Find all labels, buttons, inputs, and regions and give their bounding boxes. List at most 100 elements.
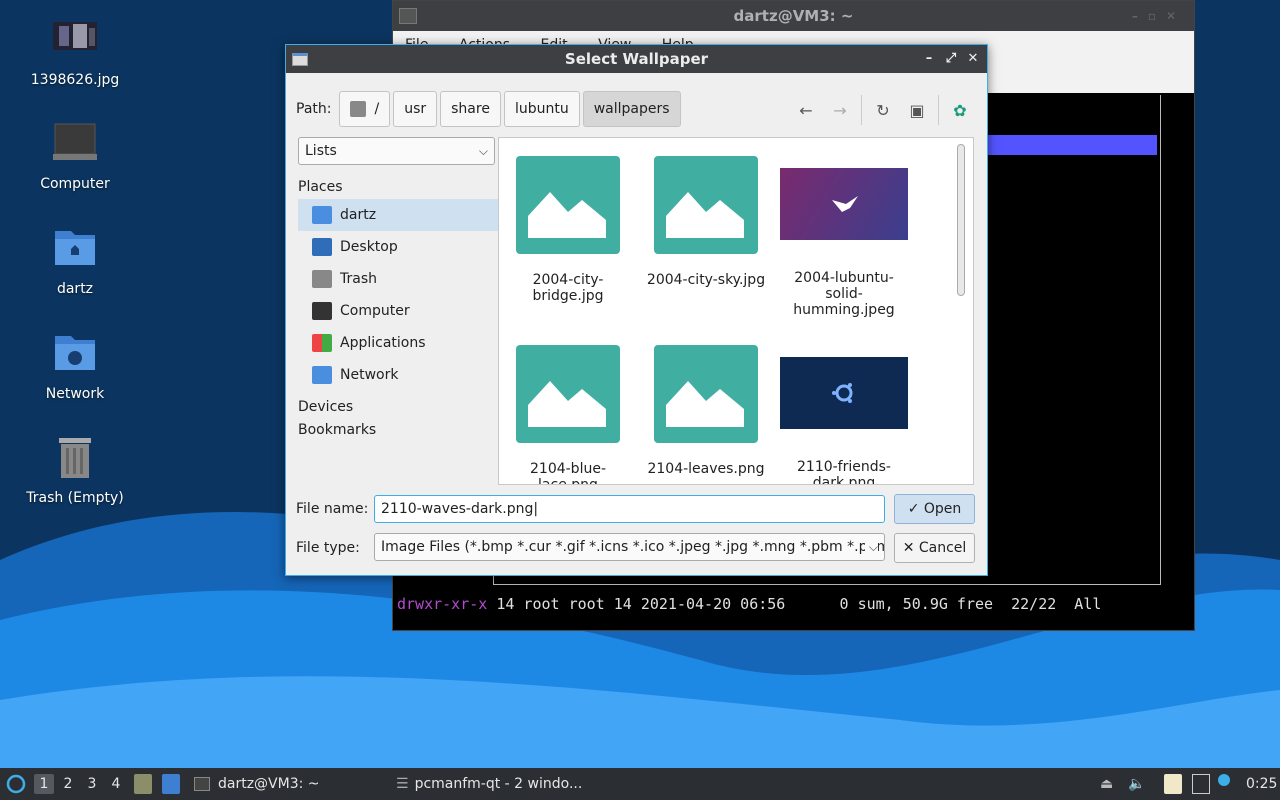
network-icon — [312, 366, 332, 384]
place-desktop[interactable]: Desktop — [298, 231, 498, 263]
filetype-label: File type: — [296, 540, 360, 556]
terminal-status-line: drwxr-xr-x 14 root root 14 2021-04-20 06… — [397, 595, 1101, 613]
path-label: Path: — [296, 101, 332, 117]
new-folder-icon[interactable]: ▣ — [904, 101, 930, 120]
desktop-icon-label: dartz — [56, 281, 94, 297]
file-name: 2110-friends-dark.png — [797, 459, 891, 485]
view-options-icon[interactable]: ✿ — [947, 101, 973, 120]
crumb-root[interactable]: / — [339, 91, 391, 127]
chevron-down-icon: ⌵ — [864, 534, 878, 560]
taskbar: 1 2 3 4 dartz@VM3: ~ ☰ pcmanfm-qt - 2 win… — [0, 768, 1280, 800]
file-name: 2104-leaves.png — [647, 461, 765, 477]
lubuntu-logo-icon — [6, 774, 26, 794]
image-placeholder-icon — [516, 345, 620, 443]
check-icon: ✓ — [907, 501, 920, 517]
crumb-label: wallpapers — [593, 101, 670, 117]
permissions-text: drwxr-xr-x — [397, 595, 488, 613]
places-panel: Places dartz Desktop Trash Computer Appl… — [298, 175, 498, 442]
back-arrow-icon[interactable]: ← — [793, 101, 819, 120]
crumb-share[interactable]: share — [440, 91, 501, 127]
view-mode-select[interactable]: Lists ⌵ — [298, 137, 495, 165]
place-trash[interactable]: Trash — [298, 263, 498, 295]
volume-icon[interactable]: 🔈 — [1128, 774, 1146, 794]
desktop-icon-trash[interactable]: Trash (Empty) — [10, 436, 140, 506]
start-menu-button[interactable] — [6, 768, 26, 800]
devices-header[interactable]: Devices — [298, 395, 498, 419]
trash-icon — [51, 436, 99, 484]
file-item[interactable]: 2004-lubuntu-solid-humming.jpeg — [779, 156, 909, 318]
home-folder-icon — [51, 227, 99, 275]
chevron-down-icon: ⌵ — [478, 144, 488, 158]
workspace-2[interactable]: 2 — [58, 774, 78, 794]
crumb-usr[interactable]: usr — [393, 91, 438, 127]
terminal-titlebar[interactable]: dartz@VM3: ~ –▫✕ — [393, 1, 1194, 31]
workspace-1[interactable]: 1 — [34, 774, 54, 794]
place-network[interactable]: Network — [298, 359, 498, 391]
dialog-titlebar[interactable]: Select Wallpaper – ⤢ ✕ — [286, 45, 987, 73]
file-item[interactable]: 2104-blue-lace.png — [503, 345, 633, 485]
maximize-button[interactable]: ⤢ — [945, 45, 957, 73]
clipboard-icon[interactable] — [1164, 774, 1182, 794]
close-button[interactable]: ✕ — [967, 45, 979, 73]
workspace-4[interactable]: 4 — [106, 774, 126, 794]
crumb-wallpapers[interactable]: wallpapers — [582, 91, 681, 127]
window-icon — [292, 53, 308, 66]
minimize-button[interactable]: – — [923, 45, 935, 73]
file-item[interactable]: 2110-friends-dark.png — [779, 345, 909, 485]
desktop-icon-image[interactable]: 1398626.jpg — [10, 18, 140, 88]
crumb-label: / — [374, 101, 380, 117]
bookmarks-header[interactable]: Bookmarks — [298, 418, 498, 442]
reload-icon[interactable]: ↻ — [870, 101, 896, 120]
select-wallpaper-dialog[interactable]: Select Wallpaper – ⤢ ✕ Path: / usr share… — [285, 44, 988, 576]
file-grid[interactable]: 2004-city-bridge.jpg 2004-city-sky.jpg 2… — [498, 137, 974, 485]
trash-icon — [312, 270, 332, 288]
image-file-icon — [51, 18, 99, 66]
desktop-icon-network[interactable]: Network — [10, 332, 140, 402]
place-applications[interactable]: Applications — [298, 327, 498, 359]
file-item[interactable]: 2004-city-sky.jpg — [641, 156, 771, 288]
file-manager-launcher-icon[interactable] — [134, 774, 152, 794]
task-pcmanfm[interactable]: ☰ pcmanfm-qt - 2 windo... — [396, 768, 582, 800]
filename-value: 2110-waves-dark.png — [381, 501, 534, 517]
terminal-window-buttons[interactable]: –▫✕ — [1132, 1, 1186, 31]
path-bar: Path: / usr share lubuntu wallpapers — [296, 91, 684, 127]
terminal-title: dartz@VM3: ~ — [733, 7, 854, 25]
toolbar-separator — [861, 95, 862, 125]
eject-icon[interactable]: ⏏ — [1100, 774, 1118, 794]
file-name: 2104-blue-lace.png — [530, 461, 606, 485]
task-terminal[interactable]: dartz@VM3: ~ — [194, 768, 320, 800]
file-item[interactable]: 2004-city-bridge.jpg — [503, 156, 633, 304]
nav-toolbar: ← → ↻ ▣ ✿ — [793, 95, 973, 125]
place-computer[interactable]: Computer — [298, 295, 498, 327]
cancel-button[interactable]: ✕ Cancel — [894, 533, 975, 563]
desktop-icon-computer[interactable]: Computer — [10, 122, 140, 192]
crumb-lubuntu[interactable]: lubuntu — [503, 91, 580, 127]
view-mode-value: Lists — [305, 143, 337, 159]
show-desktop-icon[interactable] — [162, 774, 180, 794]
desktop-icon-label: 1398626.jpg — [30, 72, 120, 88]
clock[interactable]: 0:25 — [1246, 768, 1277, 800]
crumb-label: usr — [404, 101, 427, 117]
places-header: Places — [298, 179, 343, 195]
network-tray-icon[interactable] — [1192, 774, 1210, 794]
computer-icon — [312, 302, 332, 320]
filetype-value: Image Files (*.bmp *.cur *.gif *.icns *.… — [381, 539, 885, 555]
open-button[interactable]: ✓ Open — [894, 494, 975, 524]
filetype-select[interactable]: Image Files (*.bmp *.cur *.gif *.icns *.… — [374, 533, 885, 561]
desktop-icon — [312, 238, 332, 256]
applications-icon — [312, 334, 332, 352]
place-dartz[interactable]: dartz — [298, 199, 498, 231]
desktop-icon-home[interactable]: dartz — [10, 227, 140, 297]
forward-arrow-icon[interactable]: → — [827, 101, 853, 120]
home-folder-icon — [312, 206, 332, 224]
file-name: 2004-lubuntu-solid-humming.jpeg — [793, 270, 895, 318]
computer-icon — [51, 122, 99, 170]
desktop-icon-label: Computer — [40, 176, 110, 192]
task-label: pcmanfm-qt - 2 windo... — [414, 776, 583, 792]
notification-icon[interactable] — [1218, 774, 1230, 786]
file-item[interactable]: 2104-leaves.png — [641, 345, 771, 477]
place-label: dartz — [340, 207, 377, 223]
filename-input[interactable]: 2110-waves-dark.png| — [374, 495, 885, 523]
vertical-scrollbar[interactable] — [957, 144, 965, 296]
workspace-3[interactable]: 3 — [82, 774, 102, 794]
